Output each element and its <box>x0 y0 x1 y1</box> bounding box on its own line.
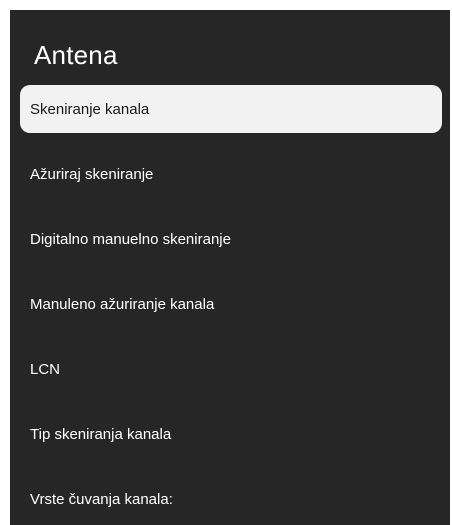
menu-item-update-scan[interactable]: Ažuriraj skeniranje <box>20 150 442 198</box>
menu-item-channel-storage-type[interactable]: Vrste čuvanja kanala: <box>20 475 442 523</box>
settings-menu: Skeniranje kanala Ažuriraj skeniranje Di… <box>20 85 442 525</box>
menu-item-channel-scan-type[interactable]: Tip skeniranja kanala <box>20 410 442 458</box>
antenna-settings-panel: Antena Skeniranje kanala Ažuriraj skenir… <box>10 10 450 525</box>
menu-item-label: LCN <box>30 360 61 378</box>
menu-item-label: Digitalno manuelno skeniranje <box>30 230 231 248</box>
menu-item-digital-manual-scan[interactable]: Digitalno manuelno skeniranje <box>20 215 442 263</box>
menu-item-label: Tip skeniranja kanala <box>30 425 172 443</box>
page-title: Antena <box>34 40 118 70</box>
menu-item-lcn[interactable]: LCN <box>20 345 442 393</box>
menu-item-channel-scan[interactable]: Skeniranje kanala <box>20 85 442 133</box>
menu-item-label: Vrste čuvanja kanala: <box>30 490 173 508</box>
menu-item-label: Skeniranje kanala <box>30 100 150 118</box>
menu-item-label: Manuleno ažuriranje kanala <box>30 295 215 313</box>
menu-item-manual-channel-update[interactable]: Manuleno ažuriranje kanala <box>20 280 442 328</box>
menu-item-label: Ažuriraj skeniranje <box>30 165 154 183</box>
